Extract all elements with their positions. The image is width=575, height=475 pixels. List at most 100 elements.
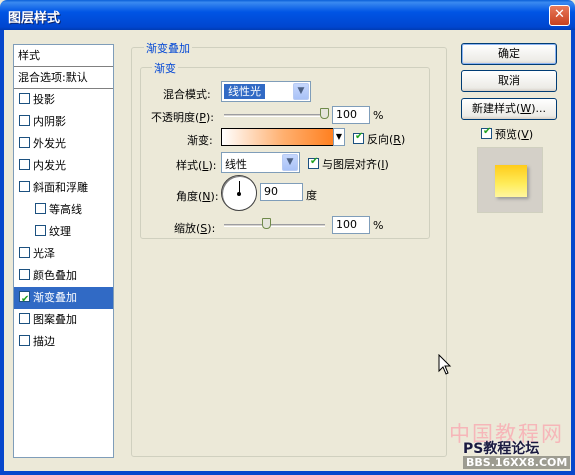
gradient-overlay-title: 渐变叠加 (144, 40, 192, 56)
style-item-checkbox[interactable] (19, 335, 30, 346)
reverse-checkbox[interactable]: ✔ 反向(R) (353, 131, 405, 147)
chevron-down-icon: ▼ (335, 132, 343, 141)
watermark-url: BBS.16XX8.COM (463, 456, 571, 469)
scale-label-text: 缩放 (174, 222, 196, 235)
style-item-label: 内发光 (33, 159, 66, 172)
style-item-checkbox[interactable] (19, 313, 30, 324)
gradient-style-value: 线性 (225, 158, 247, 171)
style-label-text: 样式 (176, 159, 198, 172)
blend-mode-select[interactable]: 线性光 ▼ (221, 81, 311, 102)
opacity-percent: % (373, 109, 384, 122)
opacity-label: 不透明度(P): (151, 111, 214, 124)
style-item-checkbox[interactable]: ✔ (19, 291, 30, 305)
title-bar[interactable]: 图层样式 ✕ (0, 0, 575, 30)
chevron-down-icon: ▼ (282, 154, 298, 171)
scale-access-key: S (200, 222, 208, 235)
window-frame-left (0, 30, 4, 475)
style-item-label: 描边 (33, 335, 55, 348)
angle-input[interactable]: 90 (260, 183, 303, 201)
align-label: 与图层对齐 (322, 158, 377, 171)
style-list-header-label: 样式 (18, 49, 40, 62)
opacity-access-key: P (199, 111, 206, 124)
style-item-checkbox[interactable] (35, 203, 46, 214)
align-with-layer-checkbox[interactable]: ✔ 与图层对齐(I) (308, 156, 389, 172)
opacity-value: 100 (336, 108, 357, 121)
new-style-button[interactable]: 新建样式(W)... (461, 98, 557, 120)
ok-button[interactable]: 确定 (461, 43, 557, 65)
gradient-label: 渐变: (187, 134, 213, 147)
preview-checkbox-box: ✔ (481, 126, 492, 139)
style-item-checkbox[interactable] (19, 137, 30, 148)
style-list: 样式 混合选项:默认 投影内阴影外发光内发光斜面和浮雕等高线纹理光泽颜色叠加 ✔ 渐… (13, 44, 114, 458)
style-item-2[interactable]: 外发光 (14, 133, 113, 155)
scale-input[interactable]: 100 (332, 216, 370, 234)
style-item-8[interactable]: 颜色叠加 (14, 265, 113, 287)
style-item-label: 光泽 (33, 247, 55, 260)
style-item-checkbox[interactable] (19, 181, 30, 192)
cancel-button[interactable]: 取消 (461, 70, 557, 92)
style-access-key: L (202, 159, 209, 172)
style-item-5[interactable]: 等高线 (14, 199, 113, 221)
style-item-checkbox[interactable] (35, 225, 46, 236)
gradient-preview-bar[interactable] (221, 128, 334, 146)
preview-access-key: V (521, 128, 529, 141)
window-frame-right (571, 30, 575, 475)
style-item-7[interactable]: 光泽 (14, 243, 113, 265)
style-item-label: 等高线 (49, 203, 82, 216)
angle-label: 角度(N): (176, 190, 219, 203)
close-button[interactable]: ✕ (549, 5, 570, 26)
style-item-label: 渐变叠加 (33, 291, 77, 304)
style-item-4[interactable]: 斜面和浮雕 (14, 177, 113, 199)
gradient-style-select[interactable]: 线性 ▼ (221, 152, 300, 173)
style-item-10[interactable]: 图案叠加 (14, 309, 113, 331)
ok-button-label: 确定 (498, 47, 520, 60)
check-icon: ✔ (483, 126, 492, 137)
reverse-label: 反向 (367, 133, 389, 146)
preview-checkbox[interactable]: ✔ 预览(V) (481, 126, 533, 142)
blend-mode-label: 混合模式: (163, 88, 211, 101)
scale-percent: % (373, 219, 384, 232)
scale-slider-track[interactable] (224, 224, 325, 227)
style-item-9[interactable]: ✔ 渐变叠加 (14, 287, 113, 309)
new-style-label: 新建样式 (472, 102, 517, 115)
opacity-slider-thumb[interactable] (320, 108, 329, 119)
style-item-label: 斜面和浮雕 (33, 181, 88, 194)
window-title: 图层样式 (8, 11, 61, 26)
style-item-checkbox[interactable] (19, 115, 30, 126)
scale-label: 缩放(S): (174, 222, 216, 235)
check-icon: ✔ (21, 294, 30, 305)
close-icon: ✕ (554, 7, 565, 22)
check-icon: ✔ (310, 156, 319, 167)
style-item-checkbox[interactable] (19, 93, 30, 104)
style-item-label: 外发光 (33, 137, 66, 150)
style-item-0[interactable]: 投影 (14, 89, 113, 111)
opacity-label-text: 不透明度 (151, 111, 195, 124)
style-item-checkbox[interactable] (19, 247, 30, 258)
style-item-label: 颜色叠加 (33, 269, 77, 282)
style-item-checkbox[interactable] (19, 269, 30, 280)
blending-options-label: 混合选项:默认 (18, 71, 88, 84)
style-item-11[interactable]: 描边 (14, 331, 113, 353)
style-item-1[interactable]: 内阴影 (14, 111, 113, 133)
style-item-checkbox[interactable] (19, 159, 30, 170)
blending-options-item[interactable]: 混合选项:默认 (14, 67, 113, 89)
gradient-picker-dropdown[interactable]: ▼ (333, 128, 345, 146)
check-icon: ✔ (355, 131, 364, 142)
style-item-label: 内阴影 (33, 115, 66, 128)
angle-value: 90 (264, 185, 278, 198)
opacity-input[interactable]: 100 (332, 106, 370, 124)
style-preview-thumbnail (477, 147, 543, 213)
scale-slider-thumb[interactable] (262, 218, 272, 229)
preview-swatch (495, 165, 527, 197)
opacity-slider-track[interactable] (224, 114, 325, 117)
reverse-checkbox-box: ✔ (353, 131, 364, 144)
style-list-header[interactable]: 样式 (14, 45, 113, 67)
align-access-key: I (381, 158, 385, 171)
angle-dial[interactable] (221, 175, 257, 211)
watermark-forum-name: PS教程论坛 (463, 441, 540, 457)
mouse-cursor-icon (438, 354, 452, 375)
preview-label: 预览 (495, 128, 517, 141)
style-item-3[interactable]: 内发光 (14, 155, 113, 177)
style-item-6[interactable]: 纹理 (14, 221, 113, 243)
chevron-down-icon: ▼ (293, 83, 309, 100)
